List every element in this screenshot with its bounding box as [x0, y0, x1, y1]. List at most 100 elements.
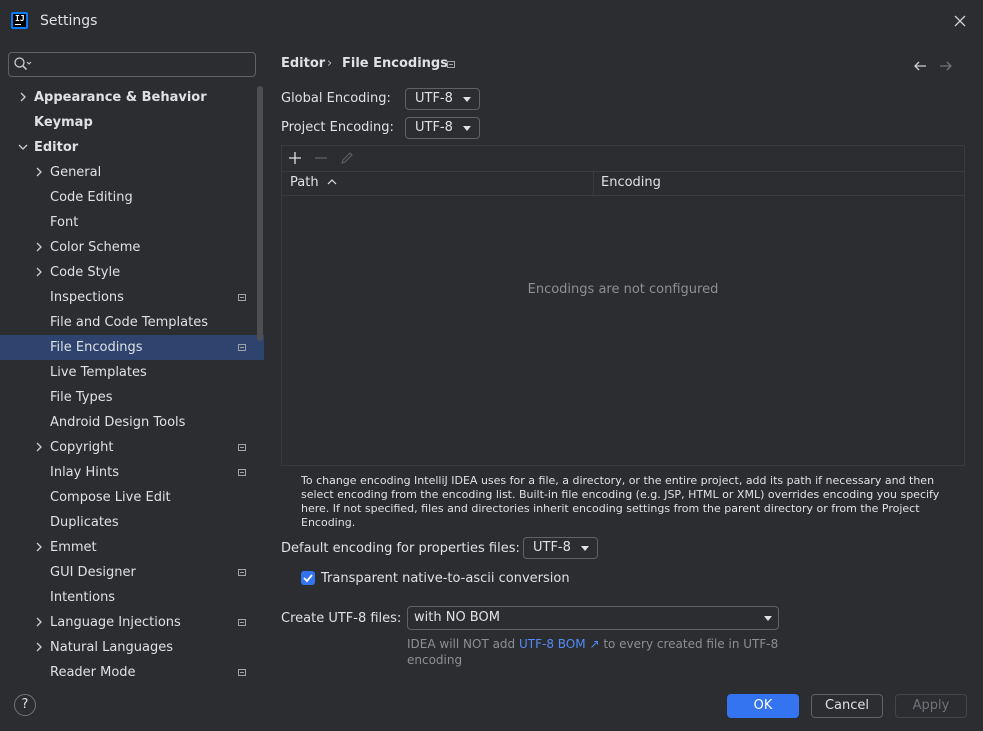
sidebar-item-editor[interactable]: Editor: [0, 135, 264, 160]
chevron-down-icon: [764, 616, 772, 621]
sidebar-item-inlay-hints[interactable]: Inlay Hints: [0, 460, 264, 485]
project-level-icon: [238, 294, 246, 301]
sidebar-item-label: Live Templates: [50, 365, 147, 380]
sidebar-item-copyright[interactable]: Copyright: [0, 435, 264, 460]
sidebar-item-gui-designer[interactable]: GUI Designer: [0, 560, 264, 585]
column-divider[interactable]: [593, 171, 594, 195]
remove-icon[interactable]: [314, 151, 328, 169]
sidebar-item-label: Language Injections: [50, 615, 181, 630]
bom-note: IDEA will NOT add UTF-8 BOM ↗ to every c…: [407, 636, 787, 668]
sidebar-item-language-injections[interactable]: Language Injections: [0, 610, 264, 635]
sidebar-item-duplicates[interactable]: Duplicates: [0, 510, 264, 535]
sidebar-item-label: Inlay Hints: [50, 465, 119, 480]
sidebar-item-label: Copyright: [50, 440, 114, 455]
sidebar-item-appearance-behavior[interactable]: Appearance & Behavior: [0, 85, 264, 110]
project-level-icon: [238, 469, 246, 476]
create-utf8-value: with NO BOM: [414, 610, 500, 625]
properties-encoding-value: UTF-8: [533, 540, 571, 555]
properties-encoding-dropdown[interactable]: UTF-8: [523, 537, 598, 559]
sidebar-item-general[interactable]: General: [0, 160, 264, 185]
project-level-icon: [238, 569, 246, 576]
chevron-down-icon[interactable]: [18, 142, 28, 152]
sidebar-item-label: General: [50, 165, 102, 180]
sidebar-item-label: Reader Mode: [50, 665, 136, 680]
sidebar-scrollbar[interactable]: [257, 86, 263, 341]
close-icon[interactable]: [950, 11, 970, 31]
breadcrumb-editor[interactable]: Editor: [281, 56, 325, 71]
sidebar-item-android-design-tools[interactable]: Android Design Tools: [0, 410, 264, 435]
sidebar-item-label: File Types: [50, 390, 113, 405]
sidebar-item-compose-live-edit[interactable]: Compose Live Edit: [0, 485, 264, 510]
chevron-right-icon[interactable]: [34, 167, 44, 177]
sidebar-item-keymap[interactable]: Keymap: [0, 110, 264, 135]
forward-arrow-icon[interactable]: [938, 58, 954, 78]
utf8-bom-link-text: UTF-8 BOM: [518, 637, 586, 651]
sidebar-item-label: File Encodings: [50, 340, 143, 355]
sidebar-item-label: Code Editing: [50, 190, 133, 205]
sidebar-item-label: Appearance & Behavior: [34, 90, 207, 105]
chevron-right-icon[interactable]: [18, 92, 28, 102]
sidebar-item-natural-languages[interactable]: Natural Languages: [0, 635, 264, 660]
sidebar-item-label: Android Design Tools: [50, 415, 186, 430]
sidebar-item-reader-mode[interactable]: Reader Mode: [0, 660, 264, 685]
sidebar-item-intentions[interactable]: Intentions: [0, 585, 264, 610]
sidebar-item-label: Editor: [34, 140, 79, 155]
global-encoding-dropdown[interactable]: UTF-8: [405, 88, 480, 110]
sidebar-item-label: Font: [50, 215, 79, 230]
chevron-right-icon[interactable]: [34, 617, 44, 627]
sidebar-item-file-encodings[interactable]: File Encodings: [0, 335, 264, 360]
search-input[interactable]: [39, 55, 249, 73]
project-level-icon: [238, 619, 246, 626]
external-link-icon: ↗: [589, 637, 600, 651]
ok-button[interactable]: OK: [727, 694, 799, 718]
sidebar-item-code-editing[interactable]: Code Editing: [0, 185, 264, 210]
edit-icon[interactable]: [340, 151, 354, 169]
sidebar-item-inspections[interactable]: Inspections: [0, 285, 264, 310]
search-icon: [13, 56, 33, 76]
cancel-button[interactable]: Cancel: [811, 694, 883, 718]
chevron-right-icon[interactable]: [34, 642, 44, 652]
sidebar-item-label: Compose Live Edit: [50, 490, 171, 505]
sidebar-item-file-types[interactable]: File Types: [0, 385, 264, 410]
breadcrumb-current: File Encodings: [342, 56, 448, 71]
transparent-ascii-checkbox[interactable]: [301, 571, 315, 585]
create-utf8-dropdown[interactable]: with NO BOM: [407, 606, 779, 630]
sidebar-item-file-and-code-templates[interactable]: File and Code Templates: [0, 310, 264, 335]
help-button[interactable]: ?: [14, 694, 36, 716]
utf8-bom-link[interactable]: UTF-8 BOM ↗: [519, 637, 600, 651]
sidebar-item-code-style[interactable]: Code Style: [0, 260, 264, 285]
sidebar-item-emmet[interactable]: Emmet: [0, 535, 264, 560]
sidebar-item-font[interactable]: Font: [0, 210, 264, 235]
column-header-encoding[interactable]: Encoding: [601, 175, 661, 190]
sort-ascending-icon: [327, 179, 337, 185]
project-encoding-dropdown[interactable]: UTF-8: [405, 117, 480, 139]
chevron-right-icon[interactable]: [34, 242, 44, 252]
chevron-right-icon[interactable]: [34, 442, 44, 452]
search-box[interactable]: [8, 52, 256, 77]
project-level-icon: [447, 61, 455, 68]
bom-note-prefix: IDEA will NOT add: [407, 637, 519, 651]
sidebar-item-label: Duplicates: [50, 515, 119, 530]
chevron-down-icon: [581, 546, 589, 551]
app-icon-text: IJ: [15, 14, 25, 23]
chevron-right-icon[interactable]: [34, 267, 44, 277]
chevron-right-icon[interactable]: [34, 542, 44, 552]
chevron-down-icon: [463, 126, 471, 131]
transparent-ascii-label[interactable]: Transparent native-to-ascii conversion: [321, 571, 570, 586]
table-empty-text: Encodings are not configured: [527, 282, 719, 297]
column-path-label: Path: [290, 175, 319, 190]
title-bar: [0, 0, 983, 42]
properties-encoding-label: Default encoding for properties files:: [281, 541, 520, 556]
sidebar-item-color-scheme[interactable]: Color Scheme: [0, 235, 264, 260]
breadcrumb-separator: ›: [327, 56, 333, 71]
sidebar-item-live-templates[interactable]: Live Templates: [0, 360, 264, 385]
sidebar-item-label: Natural Languages: [50, 640, 174, 655]
add-icon[interactable]: [288, 151, 302, 169]
sidebar-item-label: Color Scheme: [50, 240, 141, 255]
project-encoding-label: Project Encoding:: [281, 120, 394, 135]
global-encoding-label: Global Encoding:: [281, 91, 391, 106]
column-header-path[interactable]: Path: [290, 175, 337, 190]
project-encoding-value: UTF-8: [415, 120, 453, 135]
back-arrow-icon[interactable]: [912, 58, 928, 78]
apply-button[interactable]: Apply: [895, 694, 967, 718]
